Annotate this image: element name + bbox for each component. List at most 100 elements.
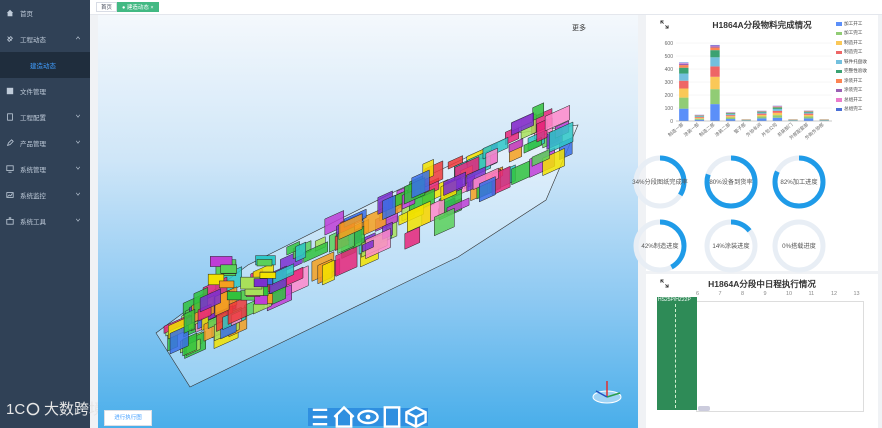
chevron-down-icon [75, 192, 81, 196]
legend-item[interactable]: 总组开工 [836, 95, 867, 105]
bar-segment[interactable] [803, 111, 814, 113]
progress-gauge: 0%搭载进度 [771, 218, 827, 274]
sidebar-subitem-build-dynamics[interactable]: 建造动态 [0, 52, 90, 78]
bar-segment[interactable] [772, 106, 783, 108]
legend-item[interactable]: 加工完工 [836, 29, 867, 39]
bar-segment[interactable] [772, 110, 783, 113]
bar-segment[interactable] [679, 63, 689, 66]
bar-segment[interactable] [757, 118, 767, 121]
legend-item[interactable]: 制造完工 [836, 48, 867, 58]
sidebar-item-tools[interactable]: 系统工具 [0, 208, 90, 234]
sidebar-item-monitoring[interactable]: 系统监控 [0, 182, 90, 208]
schedule-row-label: HS25P/HZ22P [657, 297, 697, 304]
home-icon[interactable] [332, 405, 356, 428]
legend-swatch [836, 88, 842, 92]
bar-segment[interactable] [772, 117, 783, 121]
bar-segment[interactable] [710, 44, 720, 46]
bar-segment[interactable] [710, 50, 720, 58]
progress-gauge: 34%分段图纸完成率 [632, 154, 688, 210]
bar-segment[interactable] [803, 113, 814, 115]
bar-segment[interactable] [803, 114, 814, 117]
bar-segment[interactable] [725, 115, 736, 117]
gauge-label: 0%搭载进度 [782, 242, 816, 250]
cube-icon[interactable] [404, 405, 428, 428]
bar-segment[interactable] [679, 62, 689, 64]
gauge-label: 82%加工进度 [780, 178, 818, 186]
sidebar-item-products[interactable]: 产品管理 [0, 130, 90, 156]
bar-segment[interactable] [679, 88, 689, 98]
scroll-handle[interactable] [698, 406, 710, 411]
ship-block[interactable] [259, 272, 277, 279]
execution-chart-button[interactable]: 进行执行图 [104, 410, 152, 426]
sidebar-item-project-dynamics[interactable]: 工程动态 [0, 26, 90, 52]
schedule-bar[interactable] [657, 297, 697, 410]
bar-segment[interactable] [710, 46, 720, 48]
bar-segment[interactable] [679, 80, 689, 89]
bar-segment[interactable] [725, 113, 736, 115]
bar-segment[interactable] [679, 67, 689, 74]
legend-item[interactable]: 铁件托盘收 [836, 57, 867, 67]
bar-segment[interactable] [803, 111, 814, 112]
bar-segment[interactable] [679, 63, 689, 64]
gauge-label: 34%分段图纸完成率 [632, 178, 688, 186]
bar-segment[interactable] [803, 116, 814, 119]
bar-segment[interactable] [694, 118, 705, 120]
bar-segment[interactable] [679, 108, 689, 121]
sidebar-item-system[interactable]: 系统管理 [0, 156, 90, 182]
bar-segment[interactable] [803, 118, 814, 121]
bar-segment[interactable] [725, 116, 736, 118]
ship-block[interactable] [219, 280, 235, 289]
bar-segment[interactable] [725, 114, 736, 116]
legend-item[interactable]: 涂装完工 [836, 86, 867, 96]
schedule-axis: 6 7 8 9 10 11 12 13 [696, 291, 866, 299]
bar-segment[interactable] [710, 89, 720, 105]
bar-segment[interactable] [710, 57, 720, 67]
ship-block[interactable] [226, 291, 242, 301]
bar-segment[interactable] [772, 115, 783, 118]
document-icon[interactable] [380, 405, 404, 428]
eye-icon[interactable] [356, 405, 380, 428]
list-icon[interactable] [308, 405, 332, 428]
progress-gauge: 82%加工进度 [771, 154, 827, 210]
sidebar-item-home[interactable]: 首页 [0, 0, 90, 26]
bar-segment[interactable] [679, 73, 689, 81]
legend-label: 加工开工 [844, 20, 863, 26]
bar-segment[interactable] [772, 112, 783, 116]
bar-segment[interactable] [710, 66, 720, 77]
bar-segment[interactable] [694, 116, 705, 118]
legend-item[interactable]: 涂装开工 [836, 76, 867, 86]
bar-segment[interactable] [772, 108, 783, 111]
legend-item[interactable]: 加工开工 [836, 19, 867, 29]
bar-segment[interactable] [757, 116, 767, 119]
bar-segment[interactable] [725, 117, 736, 120]
bar-segment[interactable] [694, 115, 705, 117]
axis-gizmo-icon[interactable] [590, 377, 624, 407]
bar-segment[interactable] [757, 114, 767, 117]
bar-segment[interactable] [694, 116, 705, 117]
ship-block[interactable] [220, 264, 238, 274]
bar-segment[interactable] [803, 112, 814, 114]
ship-block[interactable] [256, 259, 273, 267]
bar-segment[interactable] [757, 113, 767, 115]
model-viewer[interactable]: 更多 进行执行图 [98, 15, 638, 428]
legend-item[interactable]: 完整性验收 [836, 67, 867, 77]
bar-segment[interactable] [710, 104, 720, 121]
tab-home[interactable]: 首页 [96, 2, 118, 12]
bar-segment[interactable] [710, 76, 720, 90]
sidebar-item-files[interactable]: 文件管理 [0, 78, 90, 104]
bar-segment[interactable] [710, 45, 720, 47]
bar-segment[interactable] [757, 112, 767, 114]
ship-3d-model[interactable] [98, 15, 638, 428]
bar-segment[interactable] [679, 65, 689, 68]
bar-segment[interactable] [694, 117, 705, 119]
x-tick-label: 涂装二部 [713, 121, 732, 138]
tab-build-dynamics[interactable]: ● 建造动态 × [117, 2, 159, 12]
legend-item[interactable]: 制造开工 [836, 38, 867, 48]
bar-segment[interactable] [710, 47, 720, 51]
bar-segment[interactable] [772, 107, 783, 109]
legend-item[interactable]: 总组完工 [836, 105, 867, 115]
bar-segment[interactable] [679, 97, 689, 109]
ship-block[interactable] [253, 278, 268, 288]
bar-segment[interactable] [757, 111, 767, 113]
sidebar-item-project-config[interactable]: 工程配置 [0, 104, 90, 130]
